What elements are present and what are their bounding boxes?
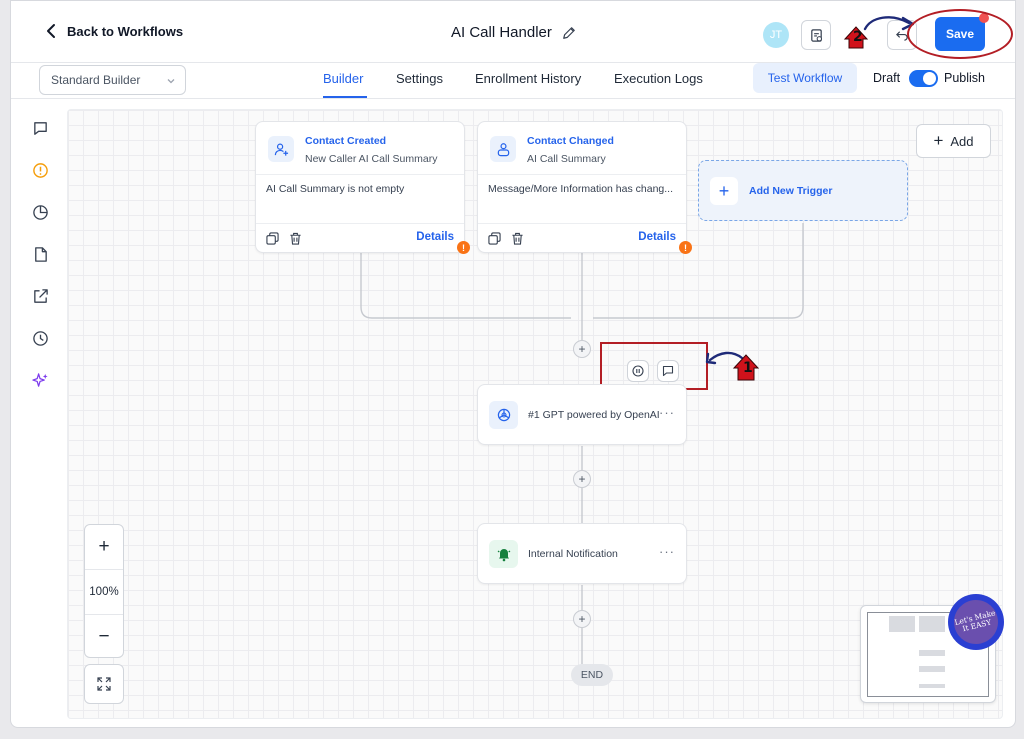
user-plus-icon <box>268 136 294 162</box>
add-button[interactable]: + Add <box>916 124 991 158</box>
divider <box>256 174 464 175</box>
action-card-internal-notification[interactable]: Internal Notification ··· <box>477 523 687 584</box>
add-step-plus-button[interactable]: + <box>573 340 591 358</box>
history-clock-icon[interactable] <box>29 327 51 349</box>
publish-toggle[interactable] <box>909 70 938 87</box>
tab-bar: Standard Builder Builder Settings Enroll… <box>11 63 1015 99</box>
users-icon <box>490 136 516 162</box>
workflow-title[interactable]: AI Call Handler <box>451 24 552 41</box>
bell-icon <box>489 540 518 568</box>
end-node: END <box>571 664 613 686</box>
warning-badge: ! <box>679 241 692 254</box>
annotation-arrow-1 <box>705 351 760 381</box>
more-options-icon[interactable]: ··· <box>659 544 675 559</box>
trash-icon[interactable] <box>289 232 302 245</box>
zoom-controls: + 100% − <box>84 524 124 658</box>
back-label: Back to Workflows <box>67 23 184 39</box>
trash-icon[interactable] <box>511 232 524 245</box>
minimap-block <box>919 684 945 688</box>
builder-mode-select[interactable]: Standard Builder <box>39 65 186 95</box>
file-icon[interactable] <box>29 243 51 265</box>
pause-button[interactable] <box>627 360 649 382</box>
comment-icon <box>662 365 674 377</box>
builder-mode-value: Standard Builder <box>51 73 141 87</box>
annotation-highlight-box <box>600 342 708 390</box>
add-new-trigger-card[interactable]: + Add New Trigger <box>698 160 908 221</box>
pencil-icon[interactable] <box>562 26 576 40</box>
action-card-gpt[interactable]: #1 GPT powered by OpenAI ··· <box>477 384 687 445</box>
openai-icon <box>489 401 518 429</box>
tab-enrollment-history[interactable]: Enrollment History <box>475 71 581 86</box>
workflow-title-area: AI Call Handler <box>451 24 576 41</box>
trigger-subtitle: AI Call Summary <box>527 153 606 165</box>
expand-icon <box>97 677 111 691</box>
annotation-number-2: 2 <box>853 29 863 45</box>
copy-icon[interactable] <box>266 232 279 245</box>
top-bar: Back to Workflows AI Call Handler JT 2 S… <box>11 1 1015 63</box>
annotation-number-1: 1 <box>743 360 753 376</box>
tab-builder[interactable]: Builder <box>323 71 363 86</box>
divider <box>256 223 464 224</box>
pie-chart-icon[interactable] <box>29 201 51 223</box>
chevron-down-icon <box>167 79 175 84</box>
divider <box>478 223 686 224</box>
divider <box>478 174 686 175</box>
minimap-block <box>889 616 915 632</box>
trigger-card-contact-changed[interactable]: Contact Changed AI Call Summary Message/… <box>477 121 692 254</box>
trigger-condition: AI Call Summary is not empty <box>266 183 405 195</box>
details-link[interactable]: Details <box>638 231 676 243</box>
workflow-canvas[interactable]: Contact Created New Caller AI Call Summa… <box>67 109 1003 719</box>
trigger-title: Contact Created <box>305 135 387 147</box>
trigger-condition: Message/More Information has chang... <box>488 183 674 195</box>
plus-icon: + <box>933 131 944 150</box>
user-avatar[interactable]: JT <box>763 22 789 48</box>
chat-bubble-icon[interactable] <box>29 117 51 139</box>
tab-settings[interactable]: Settings <box>396 71 443 86</box>
app-window: Back to Workflows AI Call Handler JT 2 S… <box>10 0 1016 728</box>
plus-icon: + <box>710 177 738 205</box>
test-workflow-button[interactable]: Test Workflow <box>753 63 857 93</box>
warning-badge: ! <box>457 241 470 254</box>
add-button-label: Add <box>950 133 974 149</box>
tab-execution-logs[interactable]: Execution Logs <box>614 71 703 86</box>
trigger-title: Contact Changed <box>527 135 614 147</box>
minimap-block <box>919 650 945 656</box>
card-actions <box>488 232 524 245</box>
fit-view-button[interactable] <box>84 664 124 704</box>
notes-button[interactable] <box>801 20 831 50</box>
action-label: #1 GPT powered by OpenAI <box>528 409 660 421</box>
watermark-heart: Let's Make It EASY <box>949 595 1003 649</box>
minimap-block <box>919 666 945 672</box>
add-step-plus-button[interactable]: + <box>573 610 591 628</box>
clipboard-check-icon <box>810 28 822 42</box>
zoom-out-button[interactable]: − <box>85 615 123 659</box>
add-step-plus-button[interactable]: + <box>573 470 591 488</box>
add-trigger-label: Add New Trigger <box>749 185 833 197</box>
pause-circle-icon <box>632 365 644 377</box>
trigger-subtitle: New Caller AI Call Summary <box>305 153 438 165</box>
card-actions <box>266 232 302 245</box>
external-link-icon[interactable] <box>29 285 51 307</box>
annotation-ring-save <box>907 9 1013 59</box>
comment-button[interactable] <box>657 360 679 382</box>
more-options-icon[interactable]: ··· <box>659 405 675 420</box>
sparkles-icon[interactable] <box>29 369 51 391</box>
zoom-level: 100% <box>89 586 119 598</box>
trigger-card-contact-created[interactable]: Contact Created New Caller AI Call Summa… <box>255 121 470 254</box>
copy-icon[interactable] <box>488 232 501 245</box>
action-label: Internal Notification <box>528 548 618 560</box>
alert-circle-icon[interactable] <box>29 159 51 181</box>
draft-label: Draft <box>873 71 901 85</box>
publish-label: Publish <box>944 71 985 85</box>
zoom-in-button[interactable]: + <box>85 525 123 569</box>
active-tab-underline <box>323 96 367 98</box>
chevron-left-icon <box>47 24 55 38</box>
minimap-block <box>919 616 945 632</box>
details-link[interactable]: Details <box>416 231 454 243</box>
watermark-badge: Let's Make It EASY <box>948 594 1004 650</box>
back-to-workflows-link[interactable]: Back to Workflows <box>45 23 183 39</box>
